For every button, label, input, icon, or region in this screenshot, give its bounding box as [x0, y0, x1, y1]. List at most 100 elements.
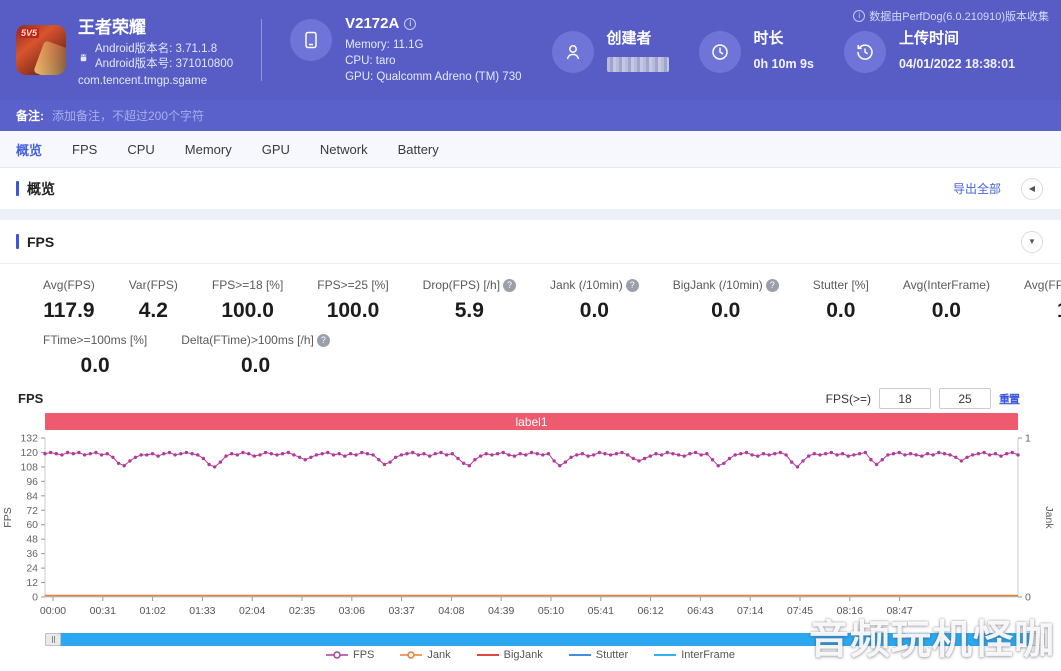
help-icon[interactable]: ?: [765, 278, 779, 292]
chart-header: FPS FPS(>=) 重置: [0, 378, 1061, 413]
metric-fps-18-: FPS>=18 [%] 100.0: [195, 278, 300, 323]
svg-text:36: 36: [26, 548, 38, 560]
svg-text:84: 84: [26, 490, 38, 502]
tab-概览[interactable]: 概览: [16, 140, 42, 159]
tab-fps[interactable]: FPS: [72, 142, 97, 157]
metric-var-fps-: Var(FPS) 4.2: [112, 278, 195, 323]
device-memory: Memory: 11.1G: [345, 39, 424, 51]
svg-text:05:10: 05:10: [538, 605, 564, 617]
device-icon: [290, 19, 333, 61]
metric-avg-fps-interframe-: Avg(FPS+InterFrame) 117.9: [1007, 278, 1061, 323]
game-icon-art: [33, 40, 66, 75]
svg-text:04:08: 04:08: [438, 605, 464, 617]
metric-value: 0.0: [826, 299, 856, 322]
legend-label: BigJank: [503, 649, 543, 661]
svg-text:04:39: 04:39: [488, 605, 514, 617]
duration-group: 时长 0h 10m 9s: [698, 27, 814, 73]
svg-text:72: 72: [26, 505, 38, 517]
svg-text:FPS: FPS: [2, 507, 14, 527]
device-gpu: GPU: Qualcomm Adreno (TM) 730: [345, 71, 522, 83]
chart-legend: FPS Jank BigJank Stutter InterFrame: [0, 649, 1061, 661]
svg-text:08:16: 08:16: [837, 605, 863, 617]
svg-text:00:31: 00:31: [90, 605, 116, 617]
svg-text:03:37: 03:37: [388, 605, 414, 617]
metric-label: Var(FPS): [128, 278, 178, 292]
legend-item-jank[interactable]: Jank: [400, 649, 451, 661]
duration-icon: [698, 31, 741, 73]
legend-marker-icon: [326, 651, 348, 659]
device-model: V2172A: [345, 15, 400, 32]
threshold-input-1[interactable]: [879, 388, 931, 409]
svg-text:120: 120: [20, 447, 38, 459]
legend-label: InterFrame: [681, 649, 735, 661]
svg-text:60: 60: [26, 519, 38, 531]
svg-text:02:04: 02:04: [239, 605, 265, 617]
legend-item-bigjank[interactable]: BigJank: [476, 649, 543, 661]
threshold-label: FPS(>=): [825, 391, 871, 406]
metric-value: 100.0: [221, 299, 274, 322]
creator-icon: [551, 31, 594, 73]
metric-label: Avg(FPS+InterFrame): [1023, 278, 1061, 292]
device-cpu: CPU: taro: [345, 55, 396, 67]
tab-cpu[interactable]: CPU: [127, 142, 154, 157]
legend-label: Stutter: [595, 649, 629, 661]
metric-label: Drop(FPS) [/h]?: [423, 278, 517, 292]
legend-line-icon: [568, 654, 591, 656]
export-all-link[interactable]: 导出全部: [953, 180, 1001, 197]
metric-fps-25-: FPS>=25 [%] 100.0: [300, 278, 405, 323]
help-icon[interactable]: ?: [625, 278, 639, 292]
game-name: 王者荣耀: [78, 18, 146, 37]
note-bar[interactable]: 备注: 添加备注，不超过200个字符: [0, 100, 1061, 131]
metric-value: 4.2: [138, 299, 168, 322]
metric-value: 5.9: [454, 299, 484, 322]
help-icon[interactable]: ?: [503, 278, 517, 292]
threshold-apply-button[interactable]: 重置: [999, 391, 1020, 407]
metric-stutter-: Stutter [%] 0.0: [796, 278, 886, 323]
svg-text:08:47: 08:47: [886, 605, 912, 617]
chart-label-banner: label1: [45, 413, 1018, 430]
legend-label: Jank: [427, 649, 451, 661]
fps-line-chart[interactable]: 0 12 24 36 48 60 72 84 96 108 120 132 0 1 FPS Jank 00:00…: [0, 430, 1061, 626]
legend-item-fps[interactable]: FPS: [326, 649, 374, 661]
collapse-left-button[interactable]: ◀: [1021, 177, 1043, 200]
legend-item-interframe[interactable]: InterFrame: [654, 649, 735, 661]
scrollbar-left-handle[interactable]: [45, 633, 61, 646]
metric-jank-10min-: Jank (/10min)? 0.0: [533, 278, 656, 323]
upload-time-icon: [843, 31, 886, 73]
legend-item-stutter[interactable]: Stutter: [568, 649, 629, 661]
metric-label: Avg(FPS): [43, 278, 95, 292]
tab-network[interactable]: Network: [320, 142, 368, 157]
tab-gpu[interactable]: GPU: [262, 142, 290, 157]
threshold-input-2[interactable]: [939, 388, 991, 409]
svg-text:02:35: 02:35: [289, 605, 315, 617]
fps-metrics-row1: Avg(FPS) 117.9 Var(FPS) 4.2 FPS>=18 [%] 100.0…: [0, 264, 1061, 323]
metric-label: BigJank (/10min)?: [673, 278, 779, 292]
scrollbar-right-handle[interactable]: [1029, 633, 1045, 646]
section-accent-bar: [16, 181, 19, 196]
overview-title: 概览: [27, 180, 55, 197]
legend-marker-icon: [400, 651, 423, 659]
data-source-note: i 数据由PerfDog(6.0.210910)版本收集: [853, 8, 1049, 24]
creator-name-redacted: [606, 57, 669, 72]
metric-label: FTime>=100ms [%]: [43, 333, 148, 347]
upload-time-group: 上传时间 04/01/2022 18:38:01: [843, 27, 1015, 73]
duration-value: 0h 10m 9s: [753, 57, 814, 71]
creator-group: 创建者: [551, 27, 669, 73]
tab-battery[interactable]: Battery: [398, 142, 439, 157]
upload-time-label: 上传时间: [898, 30, 959, 47]
help-icon[interactable]: ?: [316, 333, 330, 347]
metric-label: Stutter [%]: [812, 278, 869, 292]
tab-memory[interactable]: Memory: [185, 142, 232, 157]
creator-label: 创建者: [606, 30, 652, 47]
metric-value: 117.9: [43, 299, 95, 322]
svg-text:03:06: 03:06: [339, 605, 365, 617]
svg-text:Jank: Jank: [1043, 506, 1055, 529]
metric-value: 0.0: [240, 354, 271, 377]
overview-section-header: 概览 导出全部 ◀: [0, 168, 1061, 210]
collapse-down-button[interactable]: ▼: [1021, 230, 1043, 253]
game-version-code: Android版本号: 371010800: [95, 58, 234, 70]
device-info-icon[interactable]: i: [404, 17, 417, 30]
metric-label: Jank (/10min)?: [550, 278, 639, 292]
chart-range-scrollbar[interactable]: [45, 633, 1045, 646]
svg-text:12: 12: [26, 577, 38, 589]
